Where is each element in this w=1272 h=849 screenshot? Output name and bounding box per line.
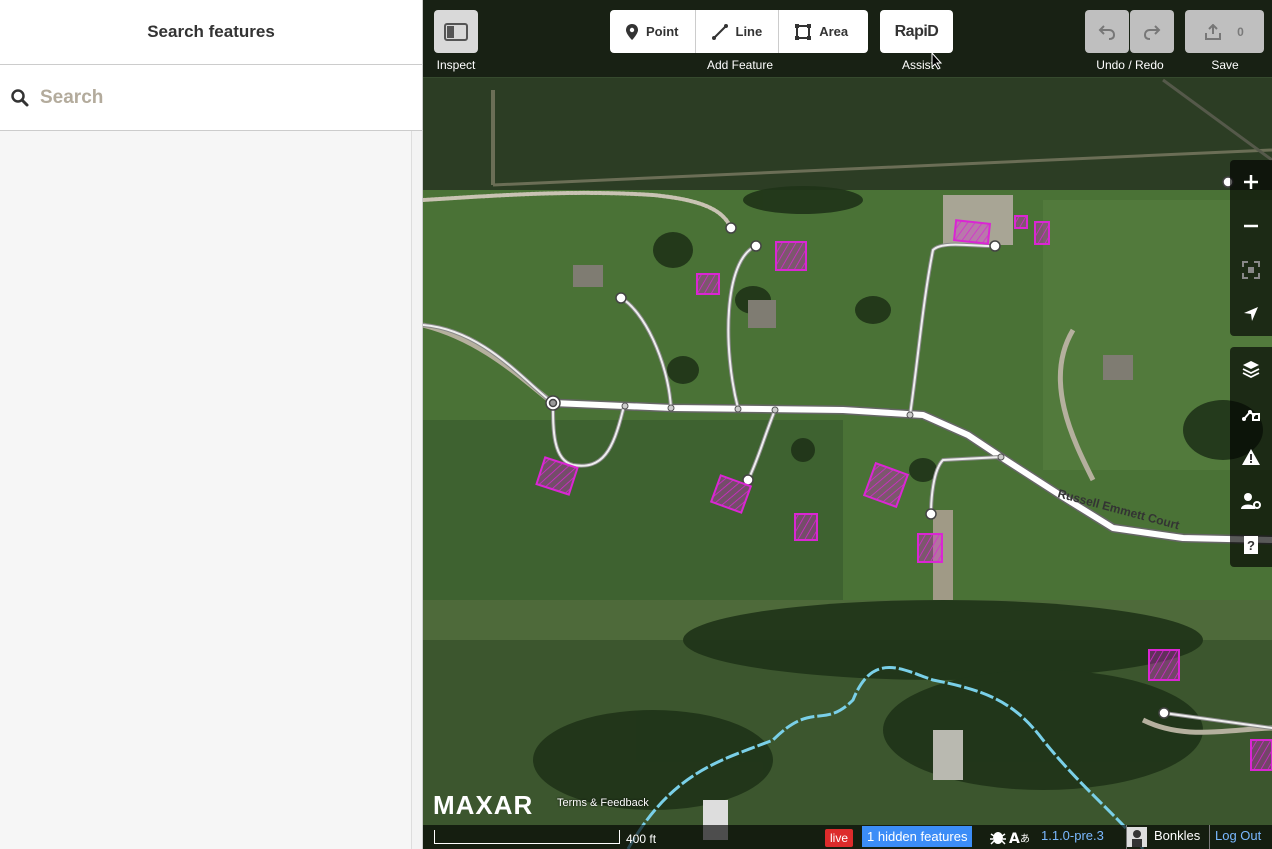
zoom-out-button[interactable] <box>1230 204 1272 248</box>
map-data-icon <box>1242 410 1260 421</box>
help-icon: ? <box>1244 536 1258 554</box>
line-label: Line <box>735 24 763 39</box>
upload-icon <box>1205 23 1222 40</box>
preferences-button[interactable] <box>1230 479 1272 523</box>
inspect-label: Inspect <box>436 58 476 72</box>
add-line-button[interactable]: Line <box>696 10 780 53</box>
hidden-features-badge[interactable]: 1 hidden features <box>862 826 973 847</box>
sidebar-toggle-icon <box>444 22 468 41</box>
imagery-brand-logo: MAXAR <box>433 790 534 820</box>
svg-text:あ: あ <box>1020 833 1030 845</box>
line-icon <box>711 23 728 40</box>
sidebar-toggle-button[interactable] <box>434 10 478 53</box>
point-label: Point <box>646 24 679 39</box>
zoom-in-button[interactable] <box>1230 160 1272 204</box>
rapid-logo: RapiD <box>894 22 939 40</box>
user-gear-icon <box>1241 493 1261 509</box>
undo-button[interactable] <box>1085 10 1129 53</box>
search-input[interactable] <box>40 86 400 109</box>
sidebar-resizer[interactable] <box>411 131 422 849</box>
redo-icon <box>1143 24 1161 40</box>
terms-feedback-link[interactable]: Terms & Feedback <box>557 797 649 809</box>
avatar <box>1127 827 1147 847</box>
scale-label: 400 ft <box>626 832 657 846</box>
plus-icon <box>1244 175 1258 189</box>
panel-controls: ? <box>1230 347 1272 567</box>
area-label: Area <box>819 24 849 39</box>
rapid-toggle-button[interactable]: RapiD <box>880 10 953 53</box>
translate-icon[interactable]: A あ <box>1009 829 1031 845</box>
redo-button[interactable] <box>1130 10 1174 53</box>
save-button[interactable]: 0 <box>1185 10 1264 53</box>
sidebar: Search features <box>0 0 423 849</box>
undo-redo-label: Undo / Redo <box>1096 58 1164 72</box>
svg-text:A: A <box>1009 831 1020 845</box>
mouse-cursor-icon <box>931 52 943 70</box>
zoom-controls <box>1230 160 1272 336</box>
bug-icon[interactable] <box>989 829 1007 845</box>
help-button[interactable]: ? <box>1230 523 1272 567</box>
search-icon <box>11 88 29 106</box>
svg-text:?: ? <box>1247 538 1255 553</box>
map-data-button[interactable] <box>1230 391 1272 435</box>
live-label: live <box>825 829 854 847</box>
layers-icon <box>1242 361 1260 378</box>
add-feature-label: Add Feature <box>706 58 774 72</box>
map-view[interactable]: Russell Emmett Court Inspect Point Line … <box>423 0 1272 849</box>
add-area-button[interactable]: Area <box>779 10 864 53</box>
live-badge: live <box>820 829 858 847</box>
area-icon <box>795 23 812 40</box>
sidebar-title: Search features <box>147 22 275 41</box>
footer-tools: A あ <box>989 827 1037 847</box>
add-point-button[interactable]: Point <box>610 10 696 53</box>
search-bar <box>0 65 422 131</box>
geolocate-button[interactable] <box>1230 292 1272 336</box>
minus-icon <box>1244 224 1258 228</box>
add-feature-group: Point Line Area <box>610 10 868 53</box>
logout-link[interactable]: Log Out <box>1215 828 1261 843</box>
background-layers-button[interactable] <box>1230 347 1272 391</box>
avatar-icon <box>1132 830 1142 847</box>
sidebar-header: Search features <box>0 0 422 65</box>
save-label: Save <box>1211 58 1239 72</box>
scale-bar <box>434 830 620 844</box>
issues-button[interactable] <box>1230 435 1272 479</box>
save-count: 0 <box>1237 24 1244 39</box>
zoom-to-selection-button[interactable] <box>1230 248 1272 292</box>
version-link[interactable]: 1.1.0-pre.3 <box>1041 828 1104 843</box>
warning-icon <box>1242 449 1260 465</box>
top-toolbar: Inspect Point Line Area Add Feature Rapi… <box>423 0 1272 77</box>
satellite-imagery: Russell Emmett Court <box>423 0 1272 849</box>
undo-icon <box>1098 24 1116 40</box>
location-arrow-icon <box>1244 307 1258 321</box>
username-link[interactable]: Bonkles <box>1154 828 1200 843</box>
footer-divider <box>1209 825 1210 849</box>
point-icon <box>626 23 638 40</box>
focus-icon <box>1242 261 1260 279</box>
